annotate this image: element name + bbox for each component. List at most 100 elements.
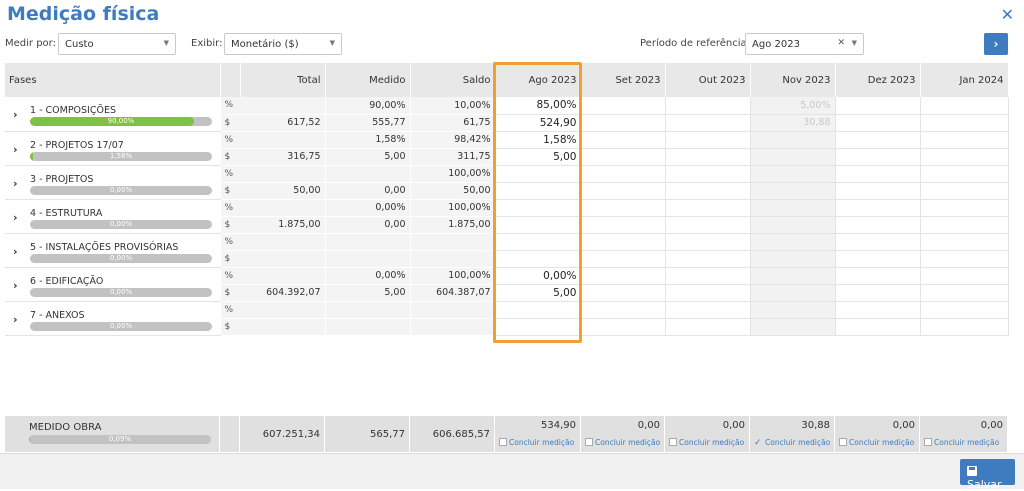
month-cell xyxy=(835,182,921,200)
medido-cell: 90,00% xyxy=(325,97,411,115)
current-month-input[interactable]: 5,00 xyxy=(494,284,582,302)
month-cell xyxy=(581,284,666,302)
concluir-medicao-checkbox[interactable]: Concluir medição xyxy=(669,438,744,447)
checkbox-icon xyxy=(669,438,677,446)
month-cell xyxy=(581,233,666,251)
totals-row: MEDIDO OBRA 0,09% 607.251,34 565,77 606.… xyxy=(5,416,1008,452)
header-month: Out 2023 xyxy=(665,63,751,97)
month-cell xyxy=(835,114,921,132)
page-title: Medição física xyxy=(7,3,160,25)
progress-text: 1,58% xyxy=(109,151,133,160)
unit-cell: % xyxy=(220,233,240,251)
chevron-right-icon[interactable]: › xyxy=(13,313,18,326)
concluir-medicao-checkbox[interactable]: Concluir medição xyxy=(499,438,574,447)
concluir-medicao-checkbox[interactable]: Concluir medição xyxy=(924,438,999,447)
periodo-select[interactable]: Ago 2023 ✕ ▼ xyxy=(745,33,864,55)
current-month-input[interactable] xyxy=(494,318,582,336)
chevron-right-icon[interactable]: › xyxy=(13,245,18,258)
month-cell xyxy=(920,97,1009,115)
chevron-down-icon: ▼ xyxy=(329,39,335,47)
current-month-input[interactable]: 5,00 xyxy=(494,148,582,166)
current-month-input[interactable]: 85,00% xyxy=(494,97,582,115)
medido-cell xyxy=(325,233,411,251)
floppy-disk-icon xyxy=(967,466,977,476)
medido-cell xyxy=(325,318,411,336)
month-cell xyxy=(835,301,921,319)
concluir-medicao-checkbox[interactable]: Concluir medição xyxy=(585,438,660,447)
totals-month-value: 0,00 xyxy=(637,420,660,431)
month-cell xyxy=(581,301,666,319)
chevron-right-icon[interactable]: › xyxy=(13,108,18,121)
month-cell xyxy=(920,250,1009,268)
saldo-cell: 604.387,07 xyxy=(410,284,496,302)
saldo-cell: 100,00% xyxy=(410,165,496,183)
medido-cell xyxy=(325,165,411,183)
current-month-input[interactable] xyxy=(494,216,582,234)
total-cell xyxy=(240,97,326,115)
current-month-input[interactable] xyxy=(494,182,582,200)
month-cell xyxy=(920,114,1009,132)
current-month-input[interactable]: 0,00% xyxy=(494,267,582,285)
concluir-medicao-checkbox[interactable]: Concluir medição xyxy=(839,438,914,447)
month-cell xyxy=(835,148,921,166)
total-cell xyxy=(240,233,326,251)
medido-cell: 5,00 xyxy=(325,284,411,302)
month-cell-nov xyxy=(750,250,836,268)
exibir-select[interactable]: Monetário ($) ▼ xyxy=(224,33,342,55)
current-month-input[interactable]: 524,90 xyxy=(494,114,582,132)
table-row: › 2 - PROJETOS 17/07 1,58% % 1,58% 98,42% 1… xyxy=(5,131,1009,166)
totals-medido: 565,77 xyxy=(370,429,405,440)
month-cell xyxy=(920,284,1009,302)
current-month-input[interactable] xyxy=(494,233,582,251)
totals-medido-cell: 565,77 xyxy=(325,416,410,452)
month-cell-nov xyxy=(750,267,836,285)
close-icon[interactable]: ✕ xyxy=(1001,5,1014,24)
month-cell-nov xyxy=(750,318,836,336)
current-month-input[interactable] xyxy=(494,250,582,268)
totals-month-value: 0,00 xyxy=(722,420,745,431)
current-month-input[interactable] xyxy=(494,199,582,217)
month-cell xyxy=(581,267,666,285)
totals-label: MEDIDO OBRA xyxy=(29,422,102,433)
month-cell xyxy=(835,97,921,115)
chevron-right-icon[interactable]: › xyxy=(13,211,18,224)
concluir-medicao-checkbox[interactable]: ✓ Concluir medição xyxy=(754,438,830,448)
month-cell xyxy=(665,284,751,302)
totals-progress-bar: 0,09% xyxy=(29,435,211,444)
clear-icon[interactable]: ✕ xyxy=(837,38,845,48)
current-month-input[interactable]: 1,58% xyxy=(494,131,582,149)
month-cell xyxy=(665,216,751,234)
phase-name: 1 - COMPOSIÇÕES xyxy=(30,105,117,116)
totals-month-cell: 534,90 Concluir medição xyxy=(495,416,581,452)
chevron-right-icon: › xyxy=(993,37,999,51)
month-cell xyxy=(835,284,921,302)
phase-name: 7 - ANEXOS xyxy=(30,309,85,321)
month-cell-nov: 30,88 xyxy=(750,114,836,132)
month-cell xyxy=(835,131,921,149)
phase-cell: › 3 - PROJETOS 0,00% xyxy=(5,165,221,200)
chevron-right-icon[interactable]: › xyxy=(13,177,18,190)
month-cell xyxy=(665,97,751,115)
total-cell: 617,52 xyxy=(240,114,326,132)
unit-cell: $ xyxy=(220,250,240,268)
month-cell xyxy=(665,148,751,166)
current-month-input[interactable] xyxy=(494,301,582,319)
next-period-button[interactable]: › xyxy=(984,33,1008,55)
medir-por-select[interactable]: Custo ▼ xyxy=(58,33,176,55)
total-cell: 316,75 xyxy=(240,148,326,166)
unit-cell: % xyxy=(220,97,240,115)
month-cell xyxy=(835,267,921,285)
current-month-input[interactable] xyxy=(494,165,582,183)
month-cell xyxy=(581,148,666,166)
save-button[interactable]: Salvar xyxy=(960,459,1015,491)
month-cell xyxy=(835,216,921,234)
chevron-right-icon[interactable]: › xyxy=(13,279,18,292)
chevron-right-icon[interactable]: › xyxy=(13,143,18,156)
unit-cell: $ xyxy=(220,216,240,234)
table-row: › 4 - ESTRUTURA 0,00% % 0,00% 100,00% xyxy=(5,199,1009,234)
totals-month-cell: 0,00 Concluir medição xyxy=(920,416,1008,452)
checkbox-icon xyxy=(499,438,507,446)
unit-cell: $ xyxy=(220,284,240,302)
totals-saldo: 606.685,57 xyxy=(432,429,490,440)
total-cell xyxy=(240,250,326,268)
